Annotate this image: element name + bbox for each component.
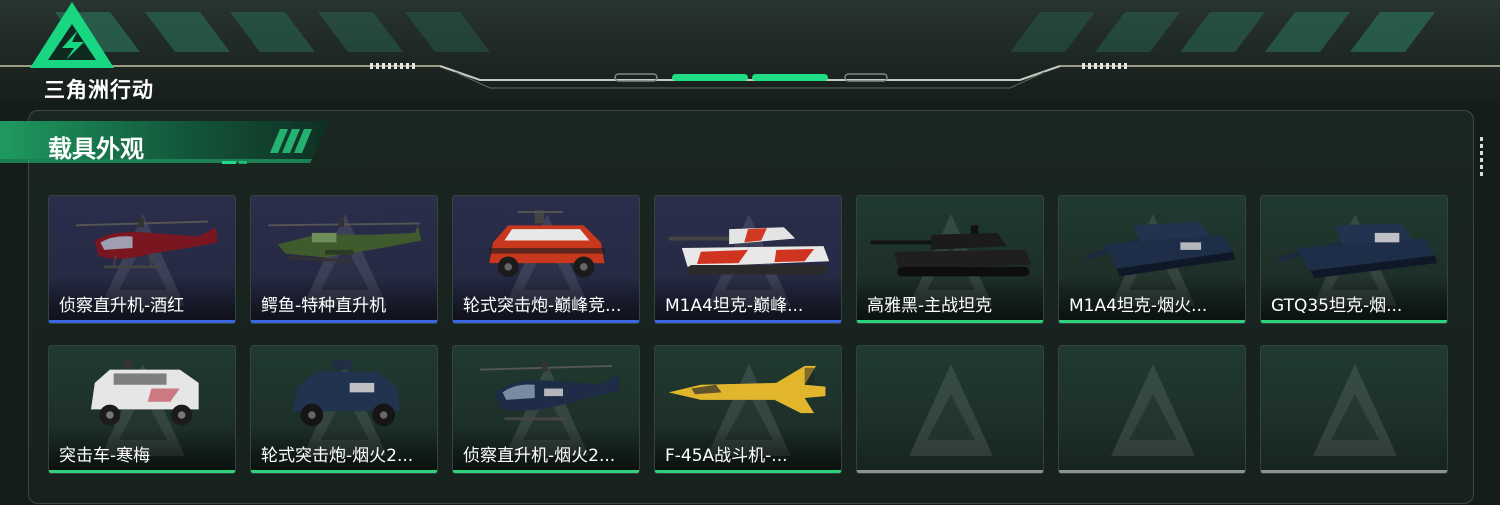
vehicle-skin-card[interactable]: 突击车-寒梅 xyxy=(48,345,236,474)
vehicle-skin-name: GTQ35坦克-烟... xyxy=(1271,296,1403,316)
rarity-bar xyxy=(453,320,639,323)
top-header: 三角洲行动 xyxy=(0,0,1500,102)
vehicle-skin-card[interactable]: M1A4坦克-烟火... xyxy=(1058,195,1246,324)
vehicle-skin-card[interactable]: M1A4坦克-巅峰... xyxy=(654,195,842,324)
vehicle-skin-card[interactable]: 侦察直升机-烟火2... xyxy=(452,345,640,474)
vehicle-skin-name: F-45A战斗机-... xyxy=(665,446,788,466)
rarity-bar xyxy=(1261,470,1447,473)
vehicle-skin-card[interactable]: GTQ35坦克-烟... xyxy=(1260,195,1448,324)
rarity-bar xyxy=(857,320,1043,323)
vehicle-skin-name: 侦察直升机-烟火2... xyxy=(463,446,616,466)
vehicle-skin-name: 轮式突击炮-烟火2... xyxy=(261,446,414,466)
triangle-watermark-icon xyxy=(1313,364,1397,456)
vehicle-grid: 侦察直升机-酒红 鳄鱼-特种直升机 轮式突击炮-巅峰竞... M1A4坦克-巅峰… xyxy=(48,195,1450,477)
empty-vehicle-slot[interactable] xyxy=(856,345,1044,474)
vehicle-skin-card[interactable]: F-45A战斗机-... xyxy=(654,345,842,474)
vehicle-skin-name: 轮式突击炮-巅峰竞... xyxy=(463,296,622,316)
rarity-bar xyxy=(49,320,235,323)
vehicle-skin-name: 突击车-寒梅 xyxy=(59,446,151,466)
vehicle-skin-card[interactable]: 轮式突击炮-巅峰竞... xyxy=(452,195,640,324)
rarity-bar xyxy=(1059,470,1245,473)
scroll-indicator[interactable] xyxy=(1479,137,1485,179)
empty-vehicle-slot[interactable] xyxy=(1260,345,1448,474)
vehicle-skin-name: M1A4坦克-烟火... xyxy=(1069,296,1208,316)
triangle-watermark-icon xyxy=(1111,364,1195,456)
vehicle-skin-card[interactable]: 鳄鱼-特种直升机 xyxy=(250,195,438,324)
logo-text: 三角洲行动 xyxy=(44,78,154,102)
rarity-bar xyxy=(251,470,437,473)
rarity-bar xyxy=(1261,320,1447,323)
rarity-bar xyxy=(251,320,437,323)
rarity-bar xyxy=(655,470,841,473)
vehicle-skin-name: M1A4坦克-巅峰... xyxy=(665,296,804,316)
vehicle-skin-name: 高雅黑-主战坦克 xyxy=(867,296,993,316)
vehicle-skin-card[interactable]: 高雅黑-主战坦克 xyxy=(856,195,1044,324)
vehicle-skin-name: 鳄鱼-特种直升机 xyxy=(261,296,387,316)
rarity-bar xyxy=(453,470,639,473)
vehicle-skin-name: 侦察直升机-酒红 xyxy=(59,296,185,316)
triangle-watermark-icon xyxy=(909,364,993,456)
empty-vehicle-slot[interactable] xyxy=(1058,345,1246,474)
rarity-bar xyxy=(1059,320,1245,323)
section-title: 载具外观 xyxy=(48,135,144,163)
rarity-bar xyxy=(49,470,235,473)
header-decoration xyxy=(0,12,1500,89)
vehicle-skin-card[interactable]: 侦察直升机-酒红 xyxy=(48,195,236,324)
rarity-bar xyxy=(857,470,1043,473)
rarity-bar xyxy=(655,320,841,323)
vehicle-skin-card[interactable]: 轮式突击炮-烟火2... xyxy=(250,345,438,474)
